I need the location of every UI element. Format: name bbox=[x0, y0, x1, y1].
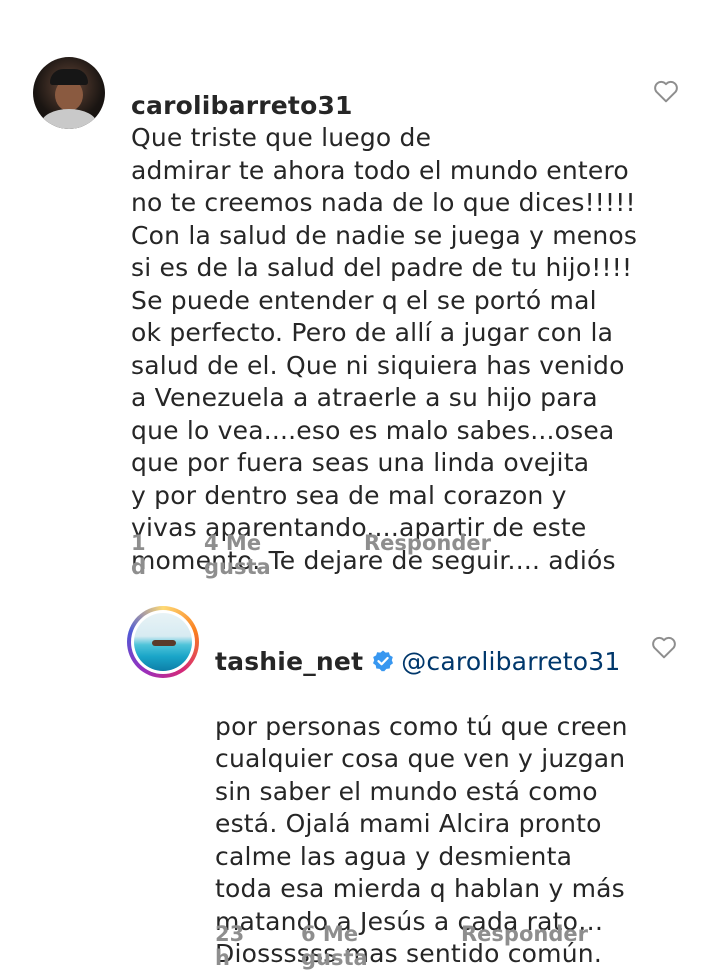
comment-time: 23 h bbox=[215, 922, 245, 970]
heart-outline-icon[interactable] bbox=[653, 79, 679, 103]
avatar[interactable] bbox=[127, 606, 199, 678]
heart-outline-icon[interactable] bbox=[651, 635, 677, 659]
mention-link[interactable]: @carolibarreto31 bbox=[401, 647, 620, 676]
reply-button[interactable]: Responder bbox=[364, 531, 491, 555]
avatar-image bbox=[134, 613, 192, 671]
comment-username[interactable]: tashie_net bbox=[215, 647, 363, 676]
comment-body: carolibarreto31 Que triste que luego de … bbox=[131, 57, 651, 577]
avatar-figure bbox=[152, 640, 176, 646]
reply-button[interactable]: Responder bbox=[461, 922, 588, 946]
verified-badge-icon bbox=[373, 650, 394, 671]
comment-text: Que triste que luego de admirar te ahora… bbox=[131, 123, 638, 575]
likes-count-button[interactable]: 6 Me gusta bbox=[301, 922, 368, 970]
comment-body: tashie_net @carolibarreto31 por personas… bbox=[215, 613, 655, 971]
likes-count-button[interactable]: 4 Me gusta bbox=[204, 531, 271, 579]
avatar-cap bbox=[50, 69, 88, 85]
comment-username[interactable]: carolibarreto31 bbox=[131, 91, 353, 120]
avatar-shirt bbox=[41, 109, 97, 129]
avatar[interactable] bbox=[33, 57, 105, 129]
comment-time: 1 d bbox=[131, 531, 147, 579]
